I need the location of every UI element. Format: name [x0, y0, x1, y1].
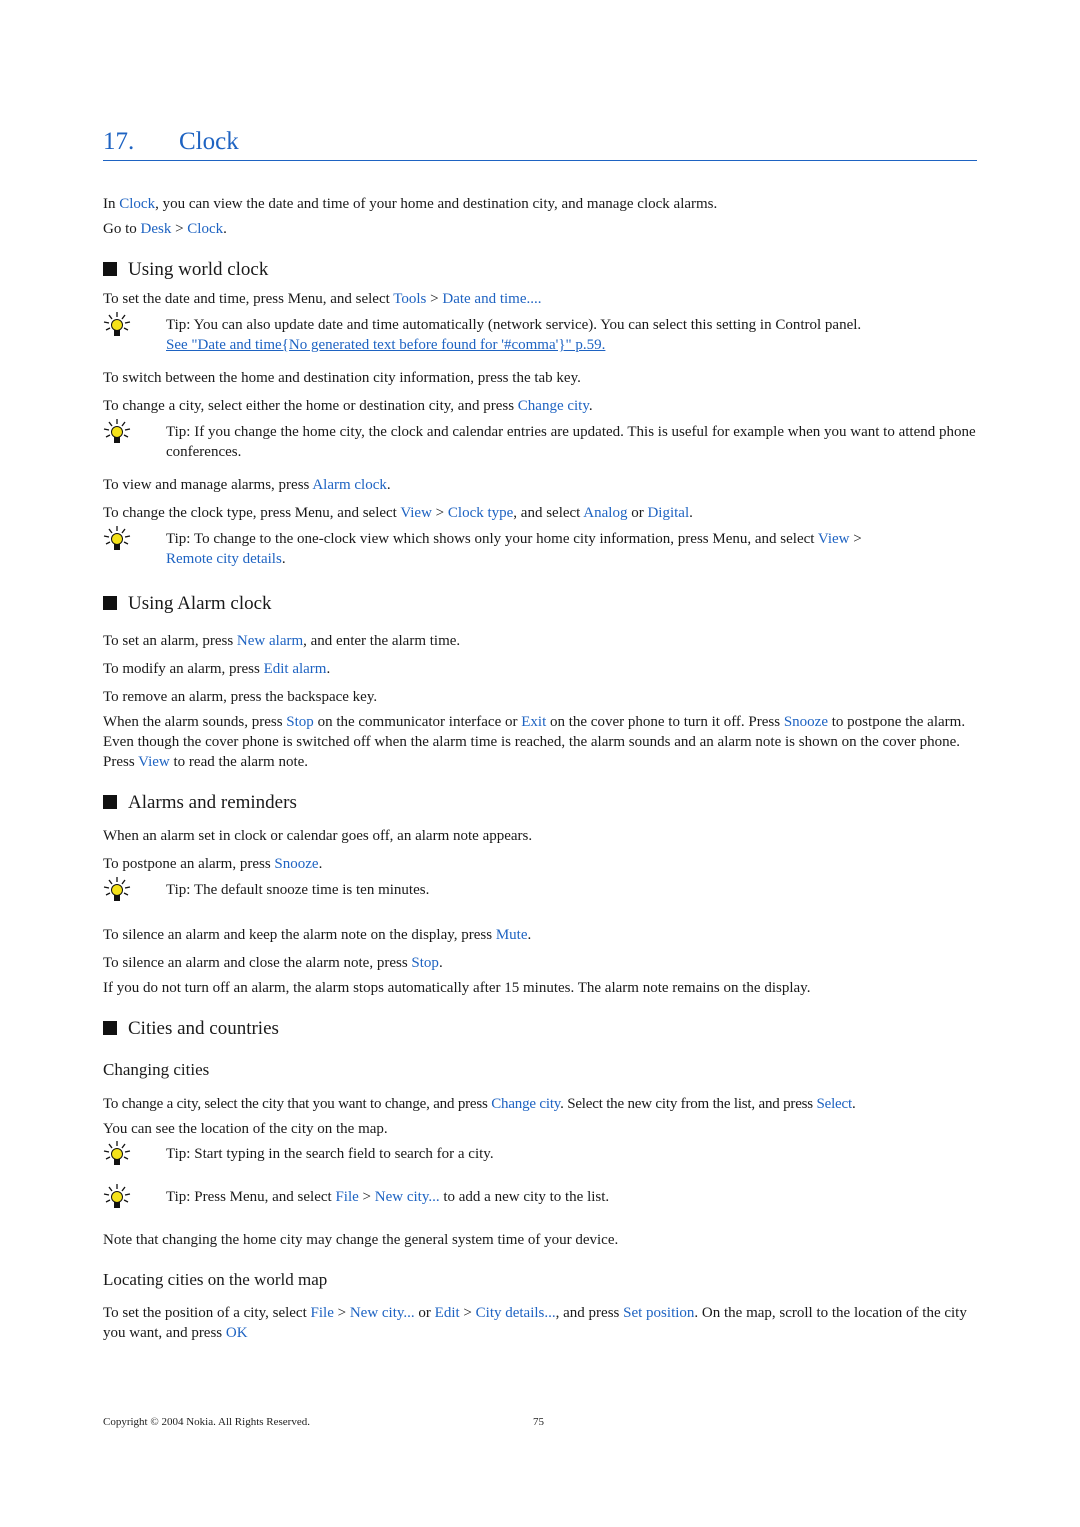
section-heading-cities: Cities and countries — [103, 1017, 279, 1041]
chapter-title: Clock — [179, 128, 239, 155]
link-tools[interactable]: Tools — [393, 291, 426, 307]
link-clock[interactable]: Clock — [119, 196, 155, 212]
lightbulb-icon — [103, 525, 131, 553]
link-clock-type[interactable]: Clock type — [448, 505, 513, 521]
paragraph: Note that changing the home city may cha… — [103, 1232, 619, 1248]
lightbulb-icon — [103, 1183, 131, 1211]
link-edit[interactable]: Edit — [435, 1305, 460, 1321]
paragraph: To remove an alarm, press the backspace … — [103, 689, 378, 705]
square-bullet-icon — [103, 262, 117, 276]
link-change-city[interactable]: Change city — [518, 398, 589, 414]
link-city-details[interactable]: City details... — [476, 1305, 556, 1321]
paragraph: To postpone an alarm, press Snooze. — [103, 856, 323, 872]
link-stop[interactable]: Stop — [286, 714, 314, 730]
tip: Tip: If you change the home city, the cl… — [103, 422, 977, 462]
link-view[interactable]: View — [400, 505, 432, 521]
cross-reference-link[interactable]: See "Date and time{No generated text bef… — [166, 337, 605, 353]
tip: Tip: To change to the one-clock view whi… — [103, 529, 977, 569]
paragraph: To change a city, select either the home… — [103, 398, 593, 414]
square-bullet-icon — [103, 795, 117, 809]
link-snooze[interactable]: Snooze — [274, 856, 318, 872]
section-heading-alarms-reminders: Alarms and reminders — [103, 791, 297, 815]
link-snooze[interactable]: Snooze — [784, 714, 828, 730]
square-bullet-icon — [103, 596, 117, 610]
link-stop[interactable]: Stop — [411, 955, 439, 971]
paragraph: To set an alarm, press New alarm, and en… — [103, 633, 461, 649]
paragraph: To change the clock type, press Menu, an… — [103, 505, 693, 521]
tip: Tip: Press Menu, and select File > New c… — [103, 1187, 977, 1207]
chapter-heading: 17. Clock — [103, 126, 977, 161]
lightbulb-icon — [103, 418, 131, 446]
link-mute[interactable]: Mute — [496, 927, 528, 943]
chapter-number: 17. — [103, 128, 135, 155]
paragraph: To set the position of a city, select Fi… — [103, 1305, 967, 1341]
link-edit-alarm[interactable]: Edit alarm — [264, 661, 327, 677]
navigation-path: Go to Desk > Clock. — [103, 221, 227, 237]
tip: Tip: The default snooze time is ten minu… — [103, 880, 977, 900]
link-view[interactable]: View — [818, 531, 850, 547]
tip: Tip: Start typing in the search field to… — [103, 1144, 977, 1164]
link-select[interactable]: Select — [816, 1096, 852, 1112]
paragraph: To switch between the home and destinati… — [103, 370, 581, 386]
link-date-and-time[interactable]: Date and time.... — [442, 291, 541, 307]
paragraph: To silence an alarm and close the alarm … — [103, 955, 443, 971]
link-exit[interactable]: Exit — [521, 714, 546, 730]
link-clock-nav[interactable]: Clock — [187, 221, 223, 237]
paragraph: When the alarm sounds, press Stop on the… — [103, 714, 966, 770]
paragraph: To change a city, select the city that y… — [103, 1096, 856, 1112]
paragraph: To silence an alarm and keep the alarm n… — [103, 927, 532, 943]
link-new-alarm[interactable]: New alarm — [237, 633, 303, 649]
lightbulb-icon — [103, 1140, 131, 1168]
link-change-city[interactable]: Change city — [491, 1096, 560, 1112]
paragraph: If you do not turn off an alarm, the ala… — [103, 980, 811, 996]
subheading-changing-cities: Changing cities — [103, 1060, 210, 1079]
lightbulb-icon — [103, 311, 131, 339]
intro-paragraph: In Clock, you can view the date and time… — [103, 196, 718, 212]
section-heading-world-clock: Using world clock — [103, 258, 268, 282]
paragraph: You can see the location of the city on … — [103, 1121, 388, 1137]
link-desk[interactable]: Desk — [141, 221, 172, 237]
link-file[interactable]: File — [311, 1305, 334, 1321]
link-view[interactable]: View — [138, 754, 170, 770]
link-alarm-clock[interactable]: Alarm clock — [312, 477, 387, 493]
square-bullet-icon — [103, 1021, 117, 1035]
subheading-locating-cities: Locating cities on the world map — [103, 1270, 328, 1289]
paragraph: When an alarm set in clock or calendar g… — [103, 828, 533, 844]
page-number: 75 — [533, 1416, 544, 1428]
link-file[interactable]: File — [335, 1189, 358, 1205]
tip: Tip: You can also update date and time a… — [103, 315, 977, 355]
paragraph: To modify an alarm, press Edit alarm. — [103, 661, 331, 677]
link-analog[interactable]: Analog — [583, 505, 627, 521]
footer-copyright: Copyright © 2004 Nokia. All Rights Reser… — [103, 1416, 310, 1428]
paragraph: To set the date and time, press Menu, an… — [103, 291, 542, 307]
link-new-city[interactable]: New city... — [375, 1189, 440, 1205]
link-remote-city-details[interactable]: Remote city details — [166, 551, 282, 567]
link-ok[interactable]: OK — [226, 1325, 248, 1341]
lightbulb-icon — [103, 876, 131, 904]
paragraph: To view and manage alarms, press Alarm c… — [103, 477, 391, 493]
section-heading-alarm-clock: Using Alarm clock — [103, 592, 272, 616]
link-digital[interactable]: Digital — [647, 505, 689, 521]
link-set-position[interactable]: Set position — [623, 1305, 694, 1321]
link-new-city[interactable]: New city... — [350, 1305, 415, 1321]
